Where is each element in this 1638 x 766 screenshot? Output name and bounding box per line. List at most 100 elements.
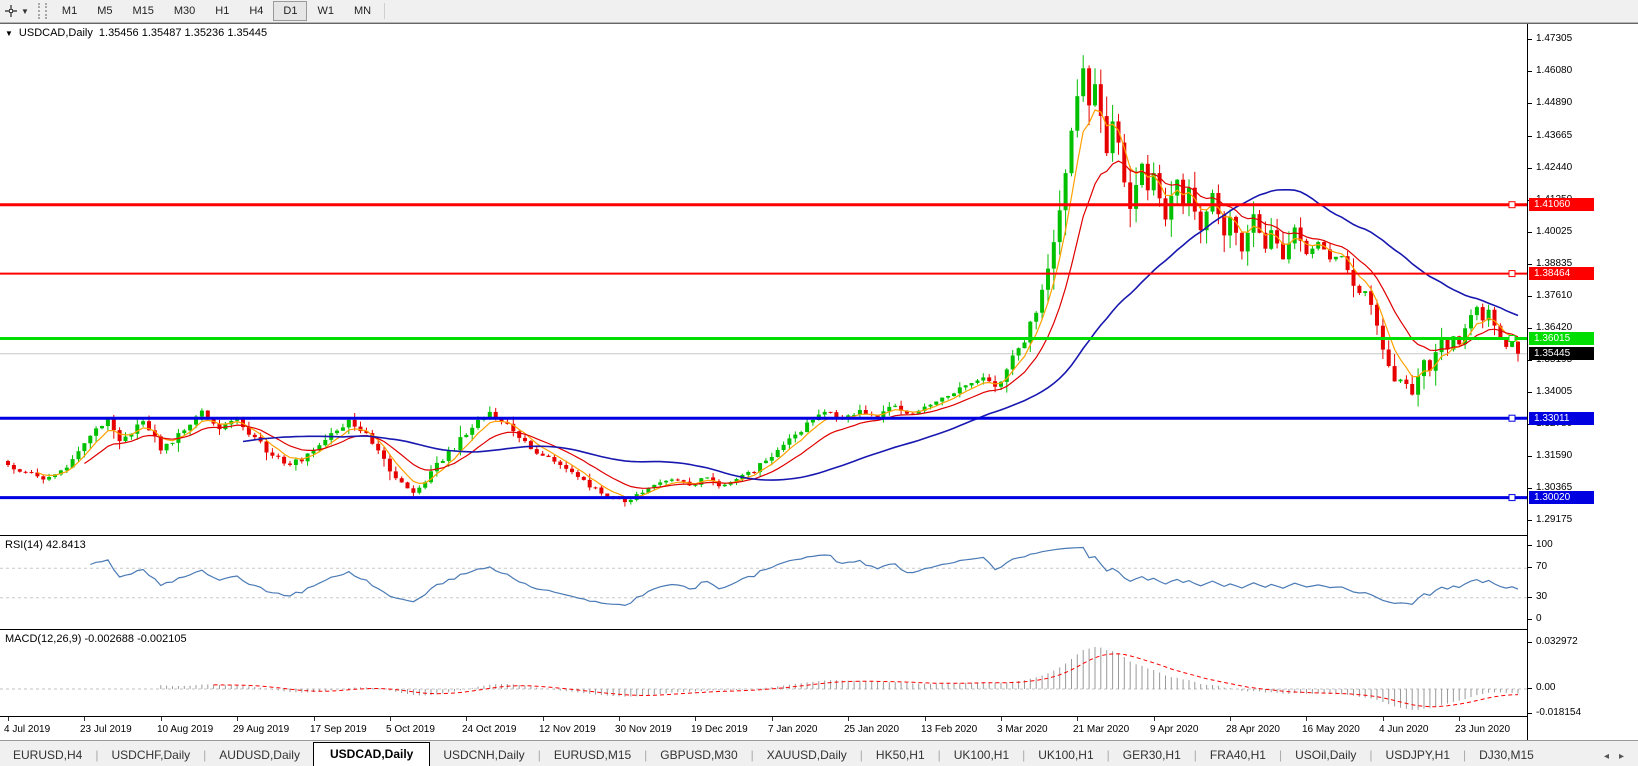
time-tick-label: 17 Sep 2019 (310, 724, 367, 735)
timeframe-button-h1[interactable]: H1 (205, 1, 239, 21)
chart-tab-eurusd-h4[interactable]: EURUSD,H4 (0, 744, 95, 766)
macd-histogram-chart[interactable] (0, 630, 1528, 716)
time-tick-label: 7 Jan 2020 (768, 724, 818, 735)
price-tick-mark (1528, 619, 1532, 620)
level-price-tag: 1.41060 (1529, 198, 1594, 211)
time-tick-mark (237, 717, 238, 721)
time-tick-label: 28 Apr 2020 (1226, 724, 1280, 735)
symbol-dropdown-icon[interactable]: ▼ (5, 29, 13, 38)
price-tick-mark (1528, 545, 1532, 546)
time-tick-label: 21 Mar 2020 (1073, 724, 1130, 735)
price-chart-panel[interactable]: ▼ USDCAD,Daily 1.35456 1.35487 1.35236 1… (0, 24, 1528, 535)
time-tick-label: 19 Dec 2019 (691, 724, 748, 735)
chevron-down-icon[interactable]: ▼ (21, 7, 29, 16)
level-line-handle (1508, 414, 1516, 422)
ma-mid-line (84, 160, 1519, 489)
price-tick-label: 1.29175 (1536, 514, 1573, 525)
tab-scroll-right-icon[interactable]: ▸ (1619, 751, 1624, 762)
level-price-tag: 1.38464 (1529, 267, 1594, 280)
chart-tab-bar: EURUSD,H4 | USDCHF,Daily | AUDUSD,Daily USDCA… (0, 740, 1638, 766)
level-line-handle (1508, 335, 1516, 342)
macd-indicator-panel[interactable]: MACD(12,26,9) -0.002688 -0.002105 (0, 629, 1528, 717)
level-price-tag: 1.30020 (1529, 491, 1594, 504)
timeframe-button-mn[interactable]: MN (344, 1, 381, 21)
time-tick-label: 25 Jan 2020 (844, 724, 900, 735)
price-tick-mark (1528, 520, 1532, 521)
rsi-line-chart[interactable] (0, 536, 1528, 629)
chart-tab-usoil-daily[interactable]: USOil,Daily (1282, 744, 1369, 766)
macd-histogram (160, 647, 1519, 710)
price-tick-mark (1528, 713, 1532, 714)
chart-tab-eurusd-m15[interactable]: EURUSD,M15 (541, 744, 644, 766)
time-tick-label: 30 Nov 2019 (615, 724, 672, 735)
chart-tab-xauusd-daily[interactable]: XAUUSD,Daily (754, 744, 860, 766)
price-tick-mark (1528, 296, 1532, 297)
timeframe-button-m1[interactable]: M1 (52, 1, 87, 21)
time-tick-mark (543, 717, 544, 721)
price-tick-mark (1528, 168, 1532, 169)
toolbar-separator (384, 3, 386, 19)
chart-tab-uk100-h1[interactable]: UK100,H1 (941, 744, 1022, 766)
chart-tab-usdcad-daily[interactable]: USDCAD,Daily (312, 742, 431, 766)
time-tick-label: 12 Nov 2019 (539, 724, 596, 735)
time-tick-mark (1001, 717, 1002, 721)
time-tick-mark (161, 717, 162, 721)
time-tick-mark (925, 717, 926, 721)
time-tick-mark (772, 717, 773, 721)
chart-tab-ger30-h1[interactable]: GER30,H1 (1110, 744, 1194, 766)
level-line-handle (1508, 201, 1516, 209)
chart-tab-hk50-h1[interactable]: HK50,H1 (863, 744, 938, 766)
candlestick-chart[interactable] (0, 24, 1528, 535)
time-tick-mark (619, 717, 620, 721)
tab-scroll-left-icon[interactable]: ◂ (1604, 751, 1609, 762)
toolbar-drag-handle[interactable] (37, 3, 47, 19)
time-tick-mark (390, 717, 391, 721)
time-tick-mark (695, 717, 696, 721)
chart-tab-uk100-h1[interactable]: UK100,H1 (1025, 744, 1106, 766)
current-price-tag: 1.35445 (1529, 347, 1594, 360)
timeframe-button-m15[interactable]: M15 (122, 1, 163, 21)
timeframe-button-d1[interactable]: D1 (273, 1, 308, 21)
rsi-line (90, 546, 1519, 607)
price-tick-label: 1.47305 (1536, 33, 1573, 44)
rsi-indicator-panel[interactable]: RSI(14) 42.8413 (0, 535, 1528, 630)
time-tick-label: 24 Oct 2019 (462, 724, 517, 735)
chart-ohlc-values: 1.35456 1.35487 1.35236 1.35445 (98, 27, 268, 39)
chart-cursor-tool[interactable]: ▼ (0, 0, 33, 22)
price-tick-mark (1528, 392, 1532, 393)
time-tick-label: 23 Jul 2019 (80, 724, 132, 735)
timeframe-button-h4[interactable]: H4 (239, 1, 273, 21)
chart-tab-gbpusd-m30[interactable]: GBPUSD,M30 (647, 744, 750, 766)
price-tick-mark (1528, 136, 1532, 137)
candles (6, 55, 1520, 507)
chart-tab-usdchf-daily[interactable]: USDCHF,Daily (98, 744, 203, 766)
price-tick-label: 0 (1536, 613, 1542, 624)
time-tick-mark (1383, 717, 1384, 721)
chart-tab-usdjpy-h1[interactable]: USDJPY,H1 (1373, 744, 1463, 766)
chart-tab-usdcnh-daily[interactable]: USDCNH,Daily (430, 744, 537, 766)
time-tick-mark (84, 717, 85, 721)
price-tick-label: 0.032972 (1536, 636, 1578, 647)
chart-tab-fra40-h1[interactable]: FRA40,H1 (1197, 744, 1279, 766)
price-axis[interactable]: 1.473051.460801.448901.436651.424401.412… (1527, 24, 1638, 741)
time-tick-label: 5 Oct 2019 (386, 724, 435, 735)
price-tick-label: 1.37610 (1536, 290, 1573, 301)
mt4-terminal: ▼ M1 M5 M15 M30 H1 H4 D1 W1 MN ▼ USDCAD,Daily 1.… (0, 0, 1638, 766)
time-tick-mark (848, 717, 849, 721)
price-tick-label: 1.40025 (1536, 226, 1573, 237)
timeframe-button-m5[interactable]: M5 (87, 1, 122, 21)
chart-tab-dj30-m15[interactable]: DJ30,M15 (1466, 744, 1547, 766)
price-tick-mark (1528, 642, 1532, 643)
timeframe-button-m30[interactable]: M30 (164, 1, 205, 21)
level-price-tag: 1.33011 (1529, 412, 1594, 425)
time-axis[interactable]: 4 Jul 2019 23 Jul 2019 10 Aug 2019 29 Aug 2… (0, 716, 1528, 742)
level-line-handle (1508, 494, 1516, 502)
price-tick-mark (1528, 456, 1532, 457)
macd-label: MACD(12,26,9) -0.002688 -0.002105 (5, 633, 187, 645)
timeframe-button-w1[interactable]: W1 (307, 1, 344, 21)
price-tick-mark (1528, 264, 1532, 265)
price-tick-label: 1.31590 (1536, 450, 1573, 461)
price-tick-label: 1.46080 (1536, 65, 1573, 76)
chart-tab-audusd-daily[interactable]: AUDUSD,Daily (206, 744, 313, 766)
price-tick-mark (1528, 688, 1532, 689)
